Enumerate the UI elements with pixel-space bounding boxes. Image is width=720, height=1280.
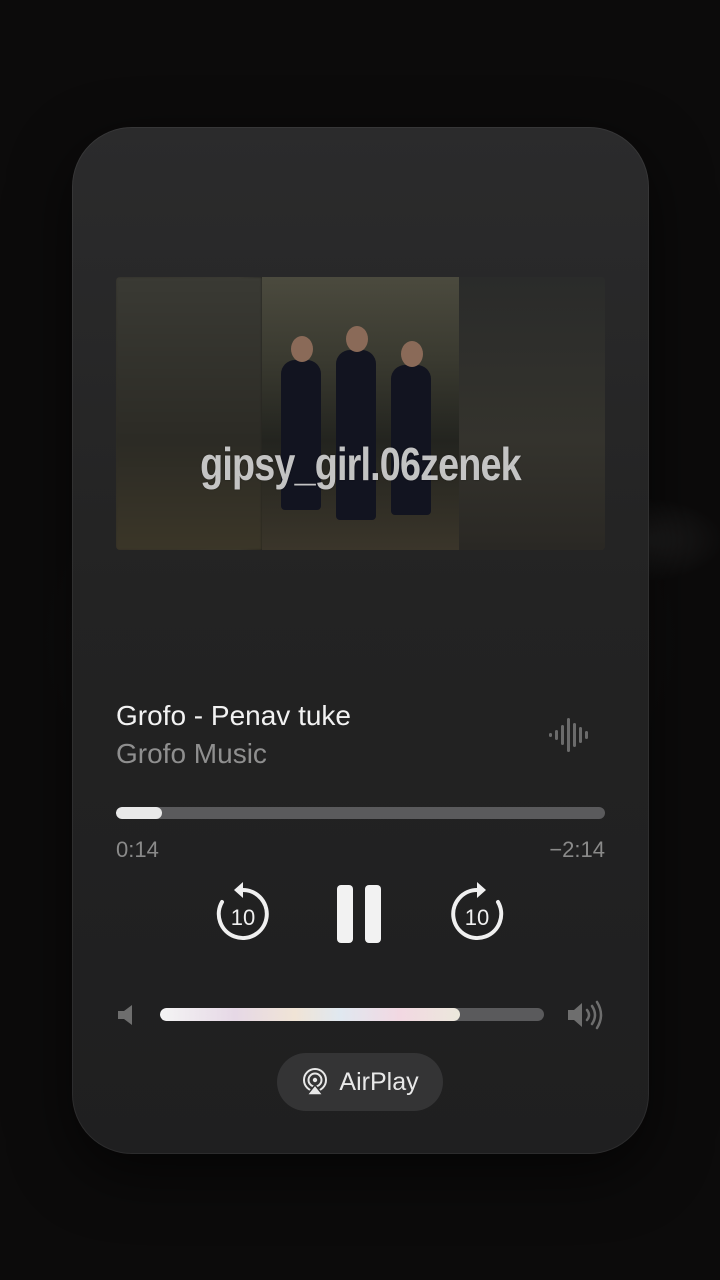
volume-slider[interactable] bbox=[160, 1008, 544, 1021]
track-artist: Grofo Music bbox=[116, 738, 267, 769]
remaining-time: −2:14 bbox=[549, 837, 605, 862]
elapsed-time: 0:14 bbox=[116, 837, 159, 862]
track-title: Grofo - Penav tuke bbox=[116, 700, 352, 731]
album-artwork: gipsy_girl.06zenek bbox=[116, 277, 605, 550]
artwork-blur-left bbox=[116, 277, 262, 550]
playback-scrubber[interactable] bbox=[116, 807, 605, 819]
volume-high-icon bbox=[568, 1000, 603, 1030]
pause-icon bbox=[337, 885, 353, 943]
volume-slider-fill bbox=[160, 1008, 460, 1021]
pause-button[interactable] bbox=[334, 883, 386, 943]
airplay-label: AirPlay bbox=[339, 1067, 419, 1096]
audio-waveform-icon[interactable] bbox=[549, 716, 589, 754]
playback-progress-fill bbox=[116, 807, 163, 819]
airplay-icon bbox=[303, 1068, 328, 1096]
skip-back-seconds: 10 bbox=[231, 905, 255, 930]
artwork-blur-right bbox=[459, 277, 605, 550]
volume-low-icon bbox=[118, 1005, 132, 1025]
airplay-button[interactable]: AirPlay bbox=[277, 1053, 443, 1111]
artwork-watermark: gipsy_girl.06zenek bbox=[200, 438, 522, 490]
artwork-person bbox=[336, 326, 376, 520]
skip-forward-seconds: 10 bbox=[465, 905, 489, 930]
skip-forward-button[interactable]: 10 bbox=[448, 880, 506, 942]
skip-back-button[interactable]: 10 bbox=[214, 880, 272, 942]
